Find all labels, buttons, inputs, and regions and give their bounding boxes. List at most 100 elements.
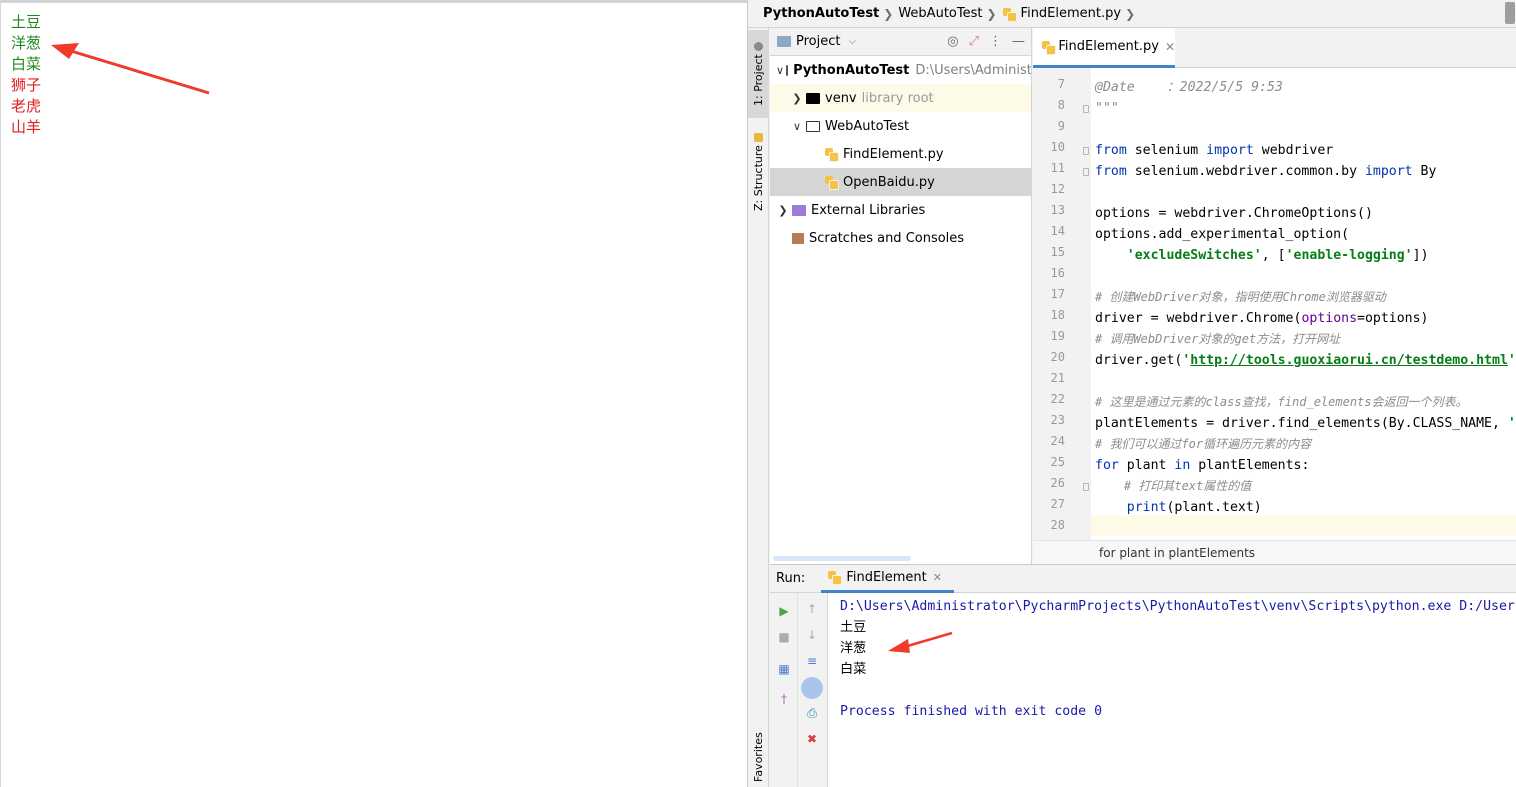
project-panel: Project ⌵ ◎ ⤢ ⋮ — ∨ PythonAutoTest D:\Us… — [770, 28, 1032, 564]
console-output-line: 洋葱 — [840, 641, 867, 656]
breadcrumb-file[interactable]: FindElement.py — [1021, 6, 1122, 21]
close-icon[interactable]: ✕ — [933, 571, 942, 584]
code-line: options = webdriver.ChromeOptions() — [1095, 206, 1373, 221]
locate-icon[interactable]: ◎ — [947, 34, 958, 49]
tree-item-webautotest[interactable]: ∨ WebAutoTest — [770, 112, 1031, 140]
stop-icon[interactable]: ■ — [776, 629, 792, 645]
tab-favorites-label: Favorites — [752, 732, 765, 783]
fold-marker-icon[interactable] — [1083, 483, 1089, 491]
animal-item: 山羊 — [11, 118, 42, 136]
code-editor: FindElement.py ✕ 7 8 9 10 11 12 13 14 15… — [1033, 28, 1516, 564]
line-number: 13 — [1050, 203, 1065, 217]
rerun-icon[interactable]: ▶ — [776, 603, 792, 619]
tree-item-findelement[interactable]: FindElement.py — [770, 140, 1031, 168]
line-number: 26 — [1050, 476, 1065, 490]
python-file-icon — [1041, 40, 1057, 55]
trash-icon[interactable]: ✖ — [804, 731, 820, 747]
chevron-down-icon[interactable]: ⌵ — [848, 36, 856, 47]
editor-breadcrumb[interactable]: for plant in plantElements — [1033, 540, 1516, 564]
more-options-icon[interactable]: ⋮ — [989, 34, 1002, 49]
browser-page: 土豆 洋葱 白菜 狮子 老虎 山羊 — [0, 0, 747, 787]
run-toolbar-right: ↑ ↓ ≡ ⎙ ✖ — [798, 593, 828, 787]
tree-item-venv[interactable]: ❯ venv library root — [770, 84, 1031, 112]
tab-label: FindElement.py — [1058, 39, 1159, 54]
close-icon[interactable]: ✕ — [1165, 40, 1175, 54]
library-root-tag: library root — [861, 90, 934, 106]
run-title: Run: — [776, 571, 806, 586]
fold-marker-icon[interactable] — [1083, 168, 1089, 176]
code-line: from selenium.webdriver.common.by import… — [1095, 164, 1437, 179]
scroll-to-end-icon[interactable] — [801, 677, 823, 699]
tree-item-external-libraries[interactable]: ❯ External Libraries — [770, 196, 1031, 224]
tree-item-root[interactable]: ∨ PythonAutoTest D:\Users\Administra — [770, 56, 1031, 84]
structure-icon — [754, 132, 763, 142]
current-line-highlight — [1091, 515, 1516, 536]
chevron-down-icon[interactable]: ∨ — [776, 64, 784, 77]
tab-favorites[interactable]: Favorites — [748, 728, 769, 787]
tab-structure-label: Z: Structure — [752, 145, 765, 212]
line-number: 21 — [1050, 371, 1065, 385]
run-panel: Run: FindElement ✕ ▶ ■ ▦ † ↑ ↓ ≡ ⎙ ✖ D:\… — [770, 564, 1516, 787]
soft-wrap-icon[interactable]: ≡ — [804, 653, 820, 669]
arrow-down-icon[interactable]: ↓ — [804, 627, 820, 643]
pycharm-ide: PythonAutoTest ❯ WebAutoTest ❯ FindEleme… — [747, 0, 1516, 787]
print-icon[interactable]: ⎙ — [804, 705, 820, 721]
code-comment: # 打印其text属性的值 — [1095, 479, 1252, 493]
chevron-down-icon[interactable]: ∨ — [790, 120, 804, 133]
code-line: @Date ：2022/5/5 9:53 — [1095, 80, 1283, 95]
scrollbar[interactable] — [773, 556, 911, 561]
console-output[interactable]: D:\Users\Administrator\PycharmProjects\P… — [840, 593, 1516, 787]
python-file-icon — [827, 570, 843, 585]
code-line: print(plant.text) — [1126, 500, 1262, 515]
collapse-icon[interactable]: ⤢ — [969, 34, 979, 49]
plant-item: 洋葱 — [11, 34, 42, 52]
library-icon — [792, 204, 806, 216]
fold-marker-icon[interactable] — [1083, 105, 1089, 113]
arrow-up-icon[interactable]: ↑ — [804, 601, 820, 617]
line-number: 18 — [1050, 308, 1065, 322]
plant-list: 土豆 洋葱 白菜 狮子 老虎 山羊 — [11, 12, 41, 138]
breadcrumb-project[interactable]: PythonAutoTest — [763, 6, 879, 21]
line-gutter: 7 8 9 10 11 12 13 14 15 16 17 18 19 20 2… — [1033, 68, 1091, 540]
fold-marker-icon[interactable] — [1083, 147, 1089, 155]
code-line: driver.get('http://tools.guoxiaorui.cn/t… — [1095, 353, 1516, 368]
code-line: options.add_experimental_option( — [1095, 227, 1350, 242]
line-number: 8 — [1057, 98, 1065, 112]
line-number: 17 — [1050, 287, 1065, 301]
pin-icon[interactable]: † — [776, 691, 792, 707]
file-label: OpenBaidu.py — [843, 174, 935, 190]
code-line: """ — [1095, 101, 1119, 116]
tree-item-scratches[interactable]: Scratches and Consoles — [770, 224, 1031, 252]
scrollbar[interactable] — [1505, 2, 1515, 24]
minimize-icon[interactable]: — — [1012, 34, 1025, 49]
code-comment: # 创建WebDriver对象，指明使用Chrome浏览器驱动 — [1095, 290, 1386, 304]
code-comment: # 调用WebDriver对象的get方法，打开网址 — [1095, 332, 1341, 346]
chevron-right-icon[interactable]: ❯ — [790, 92, 804, 105]
line-number: 10 — [1050, 140, 1065, 154]
folder-icon — [786, 64, 789, 76]
tree-item-openbaidu[interactable]: OpenBaidu.py — [770, 168, 1031, 196]
line-number: 25 — [1050, 455, 1065, 469]
tool-window-strip: 1: Project Z: Structure Favorites — [748, 28, 769, 787]
tab-findelement[interactable]: FindElement.py ✕ — [1033, 28, 1175, 68]
code-line: driver = webdriver.Chrome(options=option… — [1095, 311, 1429, 326]
tab-structure[interactable]: Z: Structure — [748, 122, 769, 222]
project-panel-header: Project ⌵ ◎ ⤢ ⋮ — — [770, 28, 1031, 56]
project-panel-title[interactable]: Project — [796, 34, 840, 49]
root-path: D:\Users\Administra — [915, 62, 1031, 78]
chevron-right-icon[interactable]: ❯ — [776, 204, 790, 217]
scratches-label: Scratches and Consoles — [809, 230, 965, 246]
plant-item: 白菜 — [11, 55, 42, 73]
code-line: 'excludeSwitches', ['enable-logging']) — [1126, 248, 1429, 263]
line-number: 20 — [1050, 350, 1065, 364]
file-label: FindElement.py — [843, 146, 944, 162]
code-line: plantElements = driver.find_elements(By.… — [1095, 416, 1516, 431]
code-area[interactable]: @Date ：2022/5/5 9:53 """ from selenium i… — [1091, 68, 1516, 540]
layout-icon[interactable]: ▦ — [776, 661, 792, 677]
python-file-icon — [824, 147, 839, 162]
tab-run-findelement[interactable]: FindElement ✕ — [821, 564, 954, 593]
tab-project[interactable]: 1: Project — [748, 30, 769, 118]
folder-icon — [806, 120, 820, 132]
scratches-icon — [792, 232, 804, 244]
breadcrumb-folder[interactable]: WebAutoTest — [898, 6, 982, 21]
